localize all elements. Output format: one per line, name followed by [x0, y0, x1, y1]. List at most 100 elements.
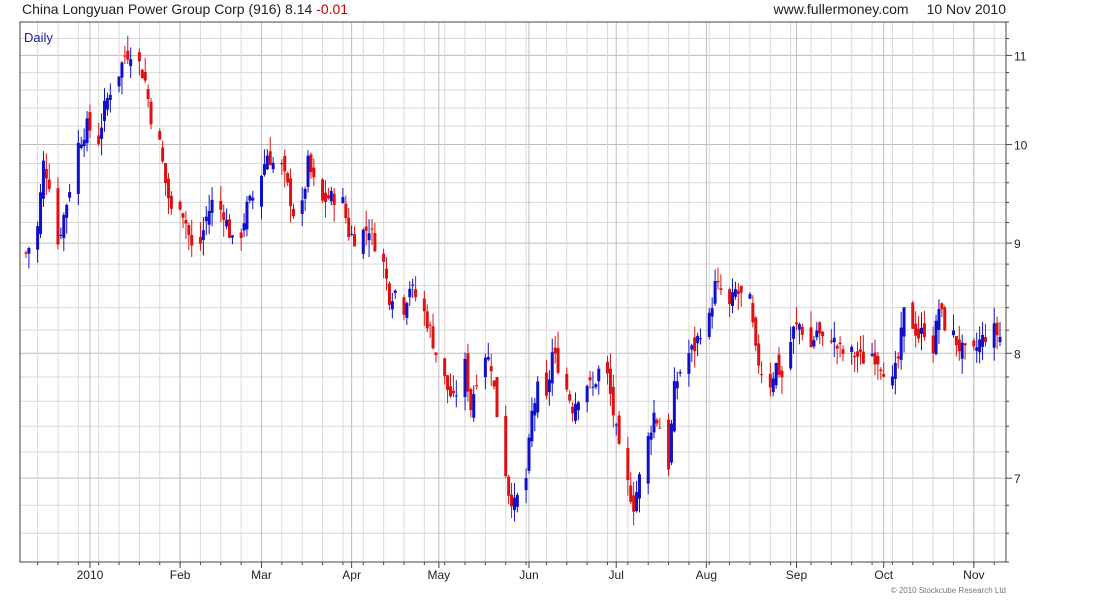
- candle-up: [129, 59, 133, 67]
- candle-up: [100, 127, 104, 139]
- candle-down: [605, 361, 609, 374]
- candle-up: [390, 301, 394, 310]
- candle-down: [809, 327, 813, 348]
- candle-down: [140, 69, 144, 79]
- candle-down: [364, 226, 368, 231]
- candle-up: [515, 495, 519, 507]
- candle-up: [59, 234, 63, 236]
- candle-up: [306, 155, 310, 187]
- candle-up: [536, 381, 540, 413]
- candle-up: [260, 175, 264, 207]
- candle-up: [454, 395, 458, 397]
- candle-up: [65, 204, 69, 218]
- plot-frame: [19, 21, 1007, 563]
- candle-down: [332, 193, 336, 206]
- candle-down: [495, 377, 499, 418]
- candle-down: [853, 355, 857, 358]
- candle-down: [56, 188, 60, 245]
- candle-down: [617, 415, 621, 444]
- candle-up: [710, 308, 714, 317]
- candle-down: [47, 179, 51, 190]
- candle-up: [899, 327, 903, 360]
- candle-down: [97, 135, 101, 144]
- candle-up: [576, 402, 580, 411]
- candle-up: [68, 192, 72, 198]
- candle-down: [283, 155, 287, 172]
- x-tick-label: Mar: [251, 568, 272, 582]
- y-tick-label: 9: [1014, 237, 1021, 251]
- candle-down: [818, 322, 822, 334]
- candle-up: [36, 226, 40, 250]
- candle-down: [228, 219, 232, 238]
- candle-down: [693, 337, 697, 352]
- candle-down: [181, 213, 185, 218]
- candle-up: [690, 345, 694, 350]
- candle-down: [309, 154, 313, 173]
- candle-up: [797, 324, 801, 330]
- candle-down: [954, 336, 958, 346]
- candle-down: [876, 355, 880, 365]
- candle-up: [367, 233, 371, 241]
- candle-up: [774, 363, 778, 386]
- candle-up: [919, 327, 923, 334]
- candle-down: [239, 232, 243, 239]
- candle-down: [344, 203, 348, 219]
- candle-down: [861, 351, 865, 364]
- candle-up: [975, 347, 979, 351]
- candle-down: [719, 288, 723, 290]
- candle-down: [414, 289, 418, 298]
- candle-up: [699, 338, 703, 340]
- candle-down: [222, 212, 226, 221]
- candle-down: [425, 311, 429, 329]
- candle-down: [143, 72, 147, 81]
- grid-lines: [20, 21, 1006, 563]
- candle-down: [289, 178, 293, 207]
- candle-down: [312, 167, 316, 178]
- candle-up: [981, 334, 985, 347]
- candle-up: [248, 195, 252, 201]
- axes: 7 8 9 10 11 2010 Feb Mar Apr May Jun Jul Aug Sep Oct No…: [37, 21, 1028, 582]
- candle-down: [451, 390, 455, 394]
- candle-up: [614, 424, 618, 426]
- candle-down: [382, 253, 386, 262]
- candle-down: [169, 195, 173, 209]
- candle-down: [149, 101, 153, 125]
- candle-up: [242, 223, 246, 231]
- candle-up: [79, 144, 83, 149]
- candle-down: [353, 234, 357, 247]
- candle-up: [937, 309, 941, 330]
- candle-down: [158, 131, 162, 140]
- candle-up: [594, 384, 598, 388]
- candle-down: [922, 323, 926, 338]
- candle-down: [385, 268, 389, 279]
- candle-up: [524, 478, 528, 491]
- candle-down: [917, 328, 921, 339]
- candle-down: [838, 342, 842, 345]
- candle-down: [137, 52, 141, 62]
- candle-up: [748, 294, 752, 299]
- candle-down: [879, 369, 883, 372]
- candle-down: [841, 349, 845, 354]
- candle-up: [103, 100, 107, 121]
- candle-up: [512, 497, 516, 511]
- candle-up: [108, 94, 112, 100]
- y-tick-label: 8: [1014, 347, 1021, 361]
- candle-down: [873, 352, 877, 365]
- candle-down: [777, 354, 781, 375]
- candle-down: [448, 386, 452, 397]
- candle-up: [733, 289, 737, 297]
- candle-down: [856, 351, 860, 357]
- candle-down: [161, 147, 165, 162]
- candle-up: [483, 357, 487, 377]
- candle-down: [911, 302, 915, 329]
- candle-up: [82, 139, 86, 147]
- candle-down: [475, 385, 479, 387]
- candle-up: [652, 412, 656, 433]
- candle-down: [373, 233, 377, 252]
- candle-up: [812, 340, 816, 347]
- candle-down: [44, 169, 48, 179]
- candle-down: [387, 283, 391, 305]
- candle-down: [943, 307, 947, 331]
- candle-down: [588, 377, 592, 381]
- candle-up: [230, 235, 234, 238]
